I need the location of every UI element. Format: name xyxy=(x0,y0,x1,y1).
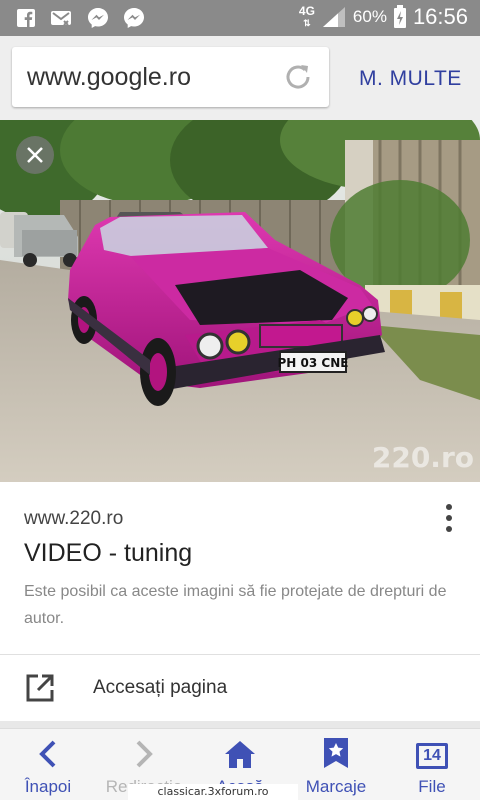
home-icon xyxy=(225,741,255,768)
license-plate: PH 03 CNE xyxy=(278,356,349,370)
address-bar[interactable]: www.google.ro xyxy=(12,47,329,107)
browser-toolbar: www.google.ro M. MULTE xyxy=(0,36,480,120)
visit-page-button[interactable]: Accesați pagina xyxy=(0,655,480,721)
nav-bookmarks[interactable]: Marcaje xyxy=(288,729,384,801)
messenger-icon xyxy=(122,6,146,30)
image-watermark: 220.ro xyxy=(371,441,474,474)
status-bar: 4G ⇅ 60% 16:56 xyxy=(0,0,480,36)
bookmark-icon xyxy=(324,738,348,768)
url-text[interactable]: www.google.ro xyxy=(27,63,191,92)
image-preview[interactable]: PH 03 CNE 220.ro xyxy=(0,120,480,482)
nav-bookmarks-label: Marcaje xyxy=(305,777,367,796)
forward-arrow-icon xyxy=(136,740,153,768)
back-arrow-icon xyxy=(39,740,56,768)
image-info-panel: www.220.ro VIDEO - tuning Este posibil c… xyxy=(0,482,480,654)
close-image-button[interactable] xyxy=(16,136,54,174)
tab-count: 14 xyxy=(423,747,441,764)
close-icon xyxy=(27,147,43,163)
source-domain[interactable]: www.220.ro xyxy=(24,508,123,530)
forum-watermark: classicar.3xforum.ro xyxy=(128,784,298,800)
signal-icon xyxy=(322,7,345,27)
facebook-icon xyxy=(14,6,38,30)
clock: 16:56 xyxy=(412,4,468,29)
network-type: 4G xyxy=(298,4,315,18)
car-photo: PH 03 CNE xyxy=(0,120,480,482)
notification-icons xyxy=(14,6,146,30)
nav-back[interactable]: Înapoi xyxy=(0,729,96,801)
system-indicators: 4G ⇅ 60% 16:56 xyxy=(299,4,468,30)
open-in-new-icon xyxy=(26,674,54,702)
battery-charging-icon xyxy=(393,5,406,28)
missed-call-icon xyxy=(50,6,74,30)
nav-tabs-label: File xyxy=(418,777,446,796)
nav-back-label: Înapoi xyxy=(24,777,72,796)
nav-tabs[interactable]: 14 File xyxy=(384,729,480,801)
copyright-note: Este posibil ca aceste imagini să fie pr… xyxy=(24,583,447,627)
battery-percent: 60% xyxy=(352,7,387,26)
network-indicator: 4G ⇅ xyxy=(298,4,315,28)
visit-page-label: Accesați pagina xyxy=(93,677,228,698)
reload-icon[interactable] xyxy=(281,60,315,94)
spacer xyxy=(0,721,480,728)
overflow-menu-icon[interactable] xyxy=(446,504,452,532)
messenger-icon xyxy=(86,6,110,30)
more-button[interactable]: M. MULTE xyxy=(359,67,462,91)
tabs-icon: 14 xyxy=(416,743,448,769)
result-title[interactable]: VIDEO - tuning xyxy=(24,539,192,568)
